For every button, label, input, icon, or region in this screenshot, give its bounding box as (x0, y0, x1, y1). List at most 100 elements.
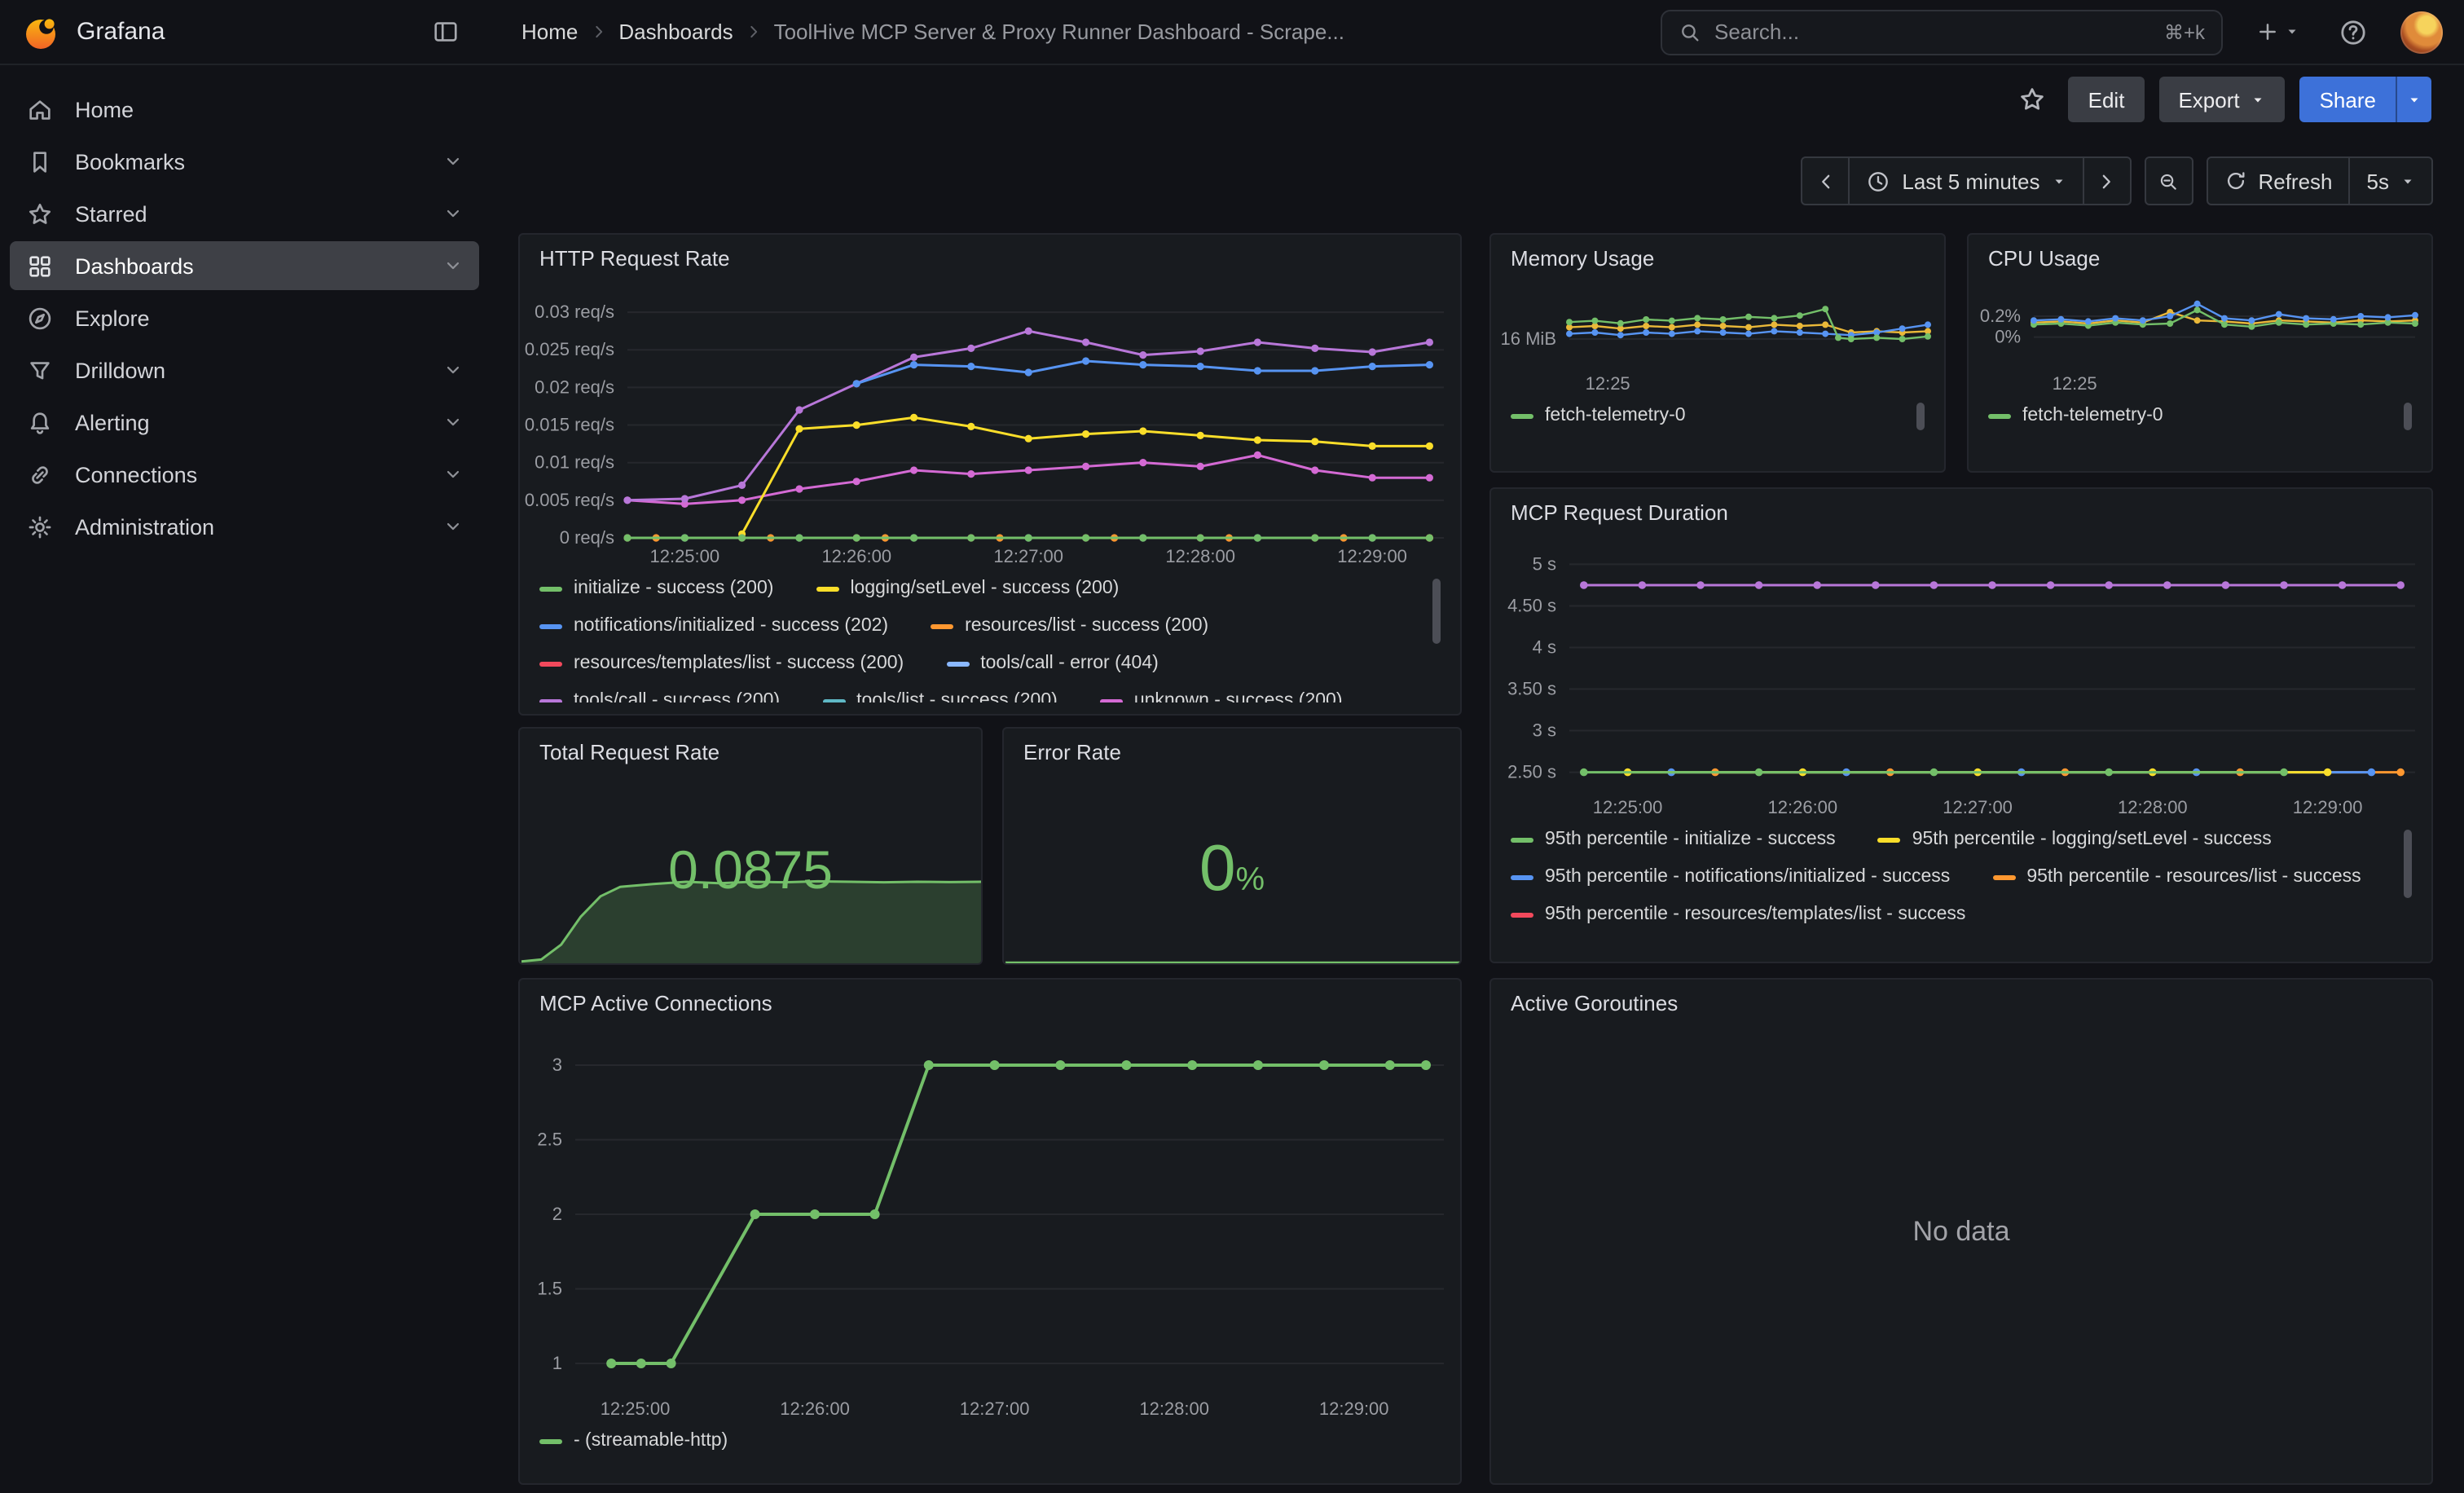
sidebar-item-bookmarks[interactable]: Bookmarks (10, 137, 479, 186)
cpu-usage-chart[interactable]: 0.2%0%12:25 (1969, 277, 2431, 398)
legend-label: 95th percentile - resources/templates/li… (1545, 905, 1965, 924)
panel-title[interactable]: CPU Usage (1969, 235, 2431, 277)
legend-swatch (931, 623, 953, 628)
legend-scrollbar[interactable] (1432, 579, 1441, 644)
panel-title[interactable]: Memory Usage (1491, 235, 1944, 277)
export-button[interactable]: Export (2158, 77, 2285, 122)
chart-canvas: 16 MiB12:25 (1491, 277, 1944, 398)
panel-title[interactable]: MCP Active Connections (520, 980, 1460, 1022)
stat-number: 0 (1199, 833, 1236, 905)
error-rate-sparkline (1005, 937, 1462, 963)
share-button[interactable]: Share (2300, 77, 2396, 122)
legend-item[interactable]: resources/templates/list - success (200) (539, 650, 904, 676)
memory-usage-chart[interactable]: 16 MiB12:25 (1491, 277, 1944, 398)
edit-button[interactable]: Edit (2069, 77, 2145, 122)
panel-title[interactable]: Total Request Rate (520, 729, 981, 771)
refresh-interval-button[interactable]: 5s (2349, 156, 2433, 205)
legend-item[interactable]: notifications/initialized - success (202… (539, 613, 888, 639)
chevron-down-icon[interactable] (443, 412, 463, 432)
share-menu-button[interactable] (2396, 77, 2431, 122)
user-avatar[interactable] (2400, 11, 2443, 53)
panel-mcp-active-connections: MCP Active Connections 11.522.5312:25:00… (518, 978, 1462, 1485)
legend-item[interactable]: logging/setLevel - success (200) (816, 575, 1119, 601)
panel-title[interactable]: Error Rate (1004, 729, 1460, 771)
zoom-out-button[interactable] (2144, 156, 2193, 205)
legend-item[interactable]: resources/list - success (200) (931, 613, 1208, 639)
svg-text:1: 1 (552, 1353, 562, 1373)
legend-item[interactable]: - (streamable-http) (539, 1428, 728, 1454)
legend-item[interactable]: initialize - success (200) (539, 575, 773, 601)
add-button[interactable] (2249, 13, 2306, 51)
legend-swatch (539, 661, 562, 666)
legend-item[interactable]: fetch-telemetry-0 (1988, 403, 2163, 429)
sidebar-toggle-button[interactable] (425, 11, 466, 52)
breadcrumb-item[interactable]: Home (521, 20, 578, 44)
chevron-down-icon[interactable] (443, 256, 463, 275)
legend-item[interactable]: fetch-telemetry-0 (1511, 403, 1686, 429)
http-request-rate-chart[interactable]: 0 req/s0.005 req/s0.01 req/s0.015 req/s0… (520, 277, 1460, 570)
sidebar-item-administration[interactable]: Administration (10, 502, 479, 551)
chevron-down-icon[interactable] (443, 517, 463, 536)
legend-item[interactable]: 95th percentile - resources/templates/li… (1511, 901, 1965, 927)
chevron-down-icon[interactable] (443, 152, 463, 171)
mcp-active-connections-chart[interactable]: 11.522.5312:25:0012:26:0012:27:0012:28:0… (520, 1022, 1460, 1423)
legend-item[interactable]: unknown - success (200) (1100, 688, 1343, 702)
legend-swatch (1511, 837, 1533, 842)
sidebar-item-dashboards[interactable]: Dashboards (10, 241, 479, 290)
help-button[interactable] (2332, 11, 2374, 53)
legend-swatch (539, 698, 562, 702)
legend-item[interactable]: tools/call - error (404) (946, 650, 1159, 676)
sidebar-item-starred[interactable]: Starred (10, 189, 479, 238)
sidebar-item-connections[interactable]: Connections (10, 450, 479, 499)
time-forward-button[interactable] (2082, 156, 2131, 205)
caret-down-icon (2051, 174, 2066, 188)
chevron-down-icon[interactable] (443, 360, 463, 380)
svg-text:12:25:00: 12:25:00 (601, 1398, 671, 1419)
legend-scrollbar[interactable] (2404, 403, 2412, 430)
chevron-down-icon[interactable] (443, 465, 463, 484)
svg-text:3: 3 (552, 1055, 562, 1075)
svg-text:12:28:00: 12:28:00 (2118, 797, 2188, 817)
search-box[interactable]: ⌘+k (1661, 9, 2223, 55)
no-data-message: No data (1491, 980, 2431, 1483)
legend-item[interactable]: tools/call - success (200) (539, 688, 780, 702)
legend-item[interactable]: 95th percentile - notifications/initiali… (1511, 864, 1950, 890)
sidebar-item-drilldown[interactable]: Drilldown (10, 346, 479, 394)
legend-swatch (816, 586, 838, 591)
grafana-logo[interactable] (21, 12, 60, 51)
legend-swatch (822, 698, 845, 702)
panel-title[interactable]: HTTP Request Rate (520, 235, 1460, 277)
top-nav-right: ⌘+k (1661, 9, 2464, 55)
legend-label: fetch-telemetry-0 (1545, 406, 1686, 425)
favorite-button[interactable] (2012, 78, 2054, 121)
legend-scrollbar[interactable] (1916, 403, 1925, 430)
sidebar-item-home[interactable]: Home (10, 85, 479, 134)
legend-item[interactable]: 95th percentile - initialize - success (1511, 826, 1836, 852)
search-input[interactable] (1714, 20, 2151, 44)
legend-scrollbar[interactable] (2404, 830, 2412, 898)
stat-body: 0% (1004, 771, 1460, 963)
sidebar-item-alerting[interactable]: Alerting (10, 398, 479, 447)
sidebar-item-explore[interactable]: Explore (10, 293, 479, 342)
chart-legend: - (streamable-http) (539, 1428, 1441, 1454)
export-button-label: Export (2178, 87, 2239, 112)
svg-text:2.50 s: 2.50 s (1507, 762, 1556, 782)
legend-item[interactable]: 95th percentile - resources/list - succe… (1992, 864, 2361, 890)
legend-item[interactable]: 95th percentile - logging/setLevel - suc… (1878, 826, 2272, 852)
refresh-button[interactable]: Refresh (2206, 156, 2350, 205)
svg-text:12:29:00: 12:29:00 (2293, 797, 2363, 817)
mcp-request-duration-chart[interactable]: 2.50 s3 s3.50 s4 s4.50 s5 s12:25:0012:26… (1491, 531, 2431, 821)
legend-item[interactable]: tools/list - success (200) (822, 688, 1058, 702)
svg-text:1.5: 1.5 (537, 1279, 562, 1299)
panel-title[interactable]: MCP Request Duration (1491, 489, 2431, 531)
breadcrumb-item[interactable]: Dashboards (618, 20, 733, 44)
legend-label: notifications/initialized - success (202… (574, 616, 888, 636)
panel-left-icon (432, 18, 460, 46)
chart-legend: fetch-telemetry-0 (1511, 403, 1925, 429)
time-back-button[interactable] (1801, 156, 1850, 205)
grid-icon (26, 252, 54, 280)
chevron-right-icon (2096, 170, 2117, 192)
chevron-down-icon[interactable] (443, 204, 463, 223)
legend-label: tools/list - success (200) (856, 691, 1058, 702)
time-range-button[interactable]: Last 5 minutes (1848, 156, 2083, 205)
